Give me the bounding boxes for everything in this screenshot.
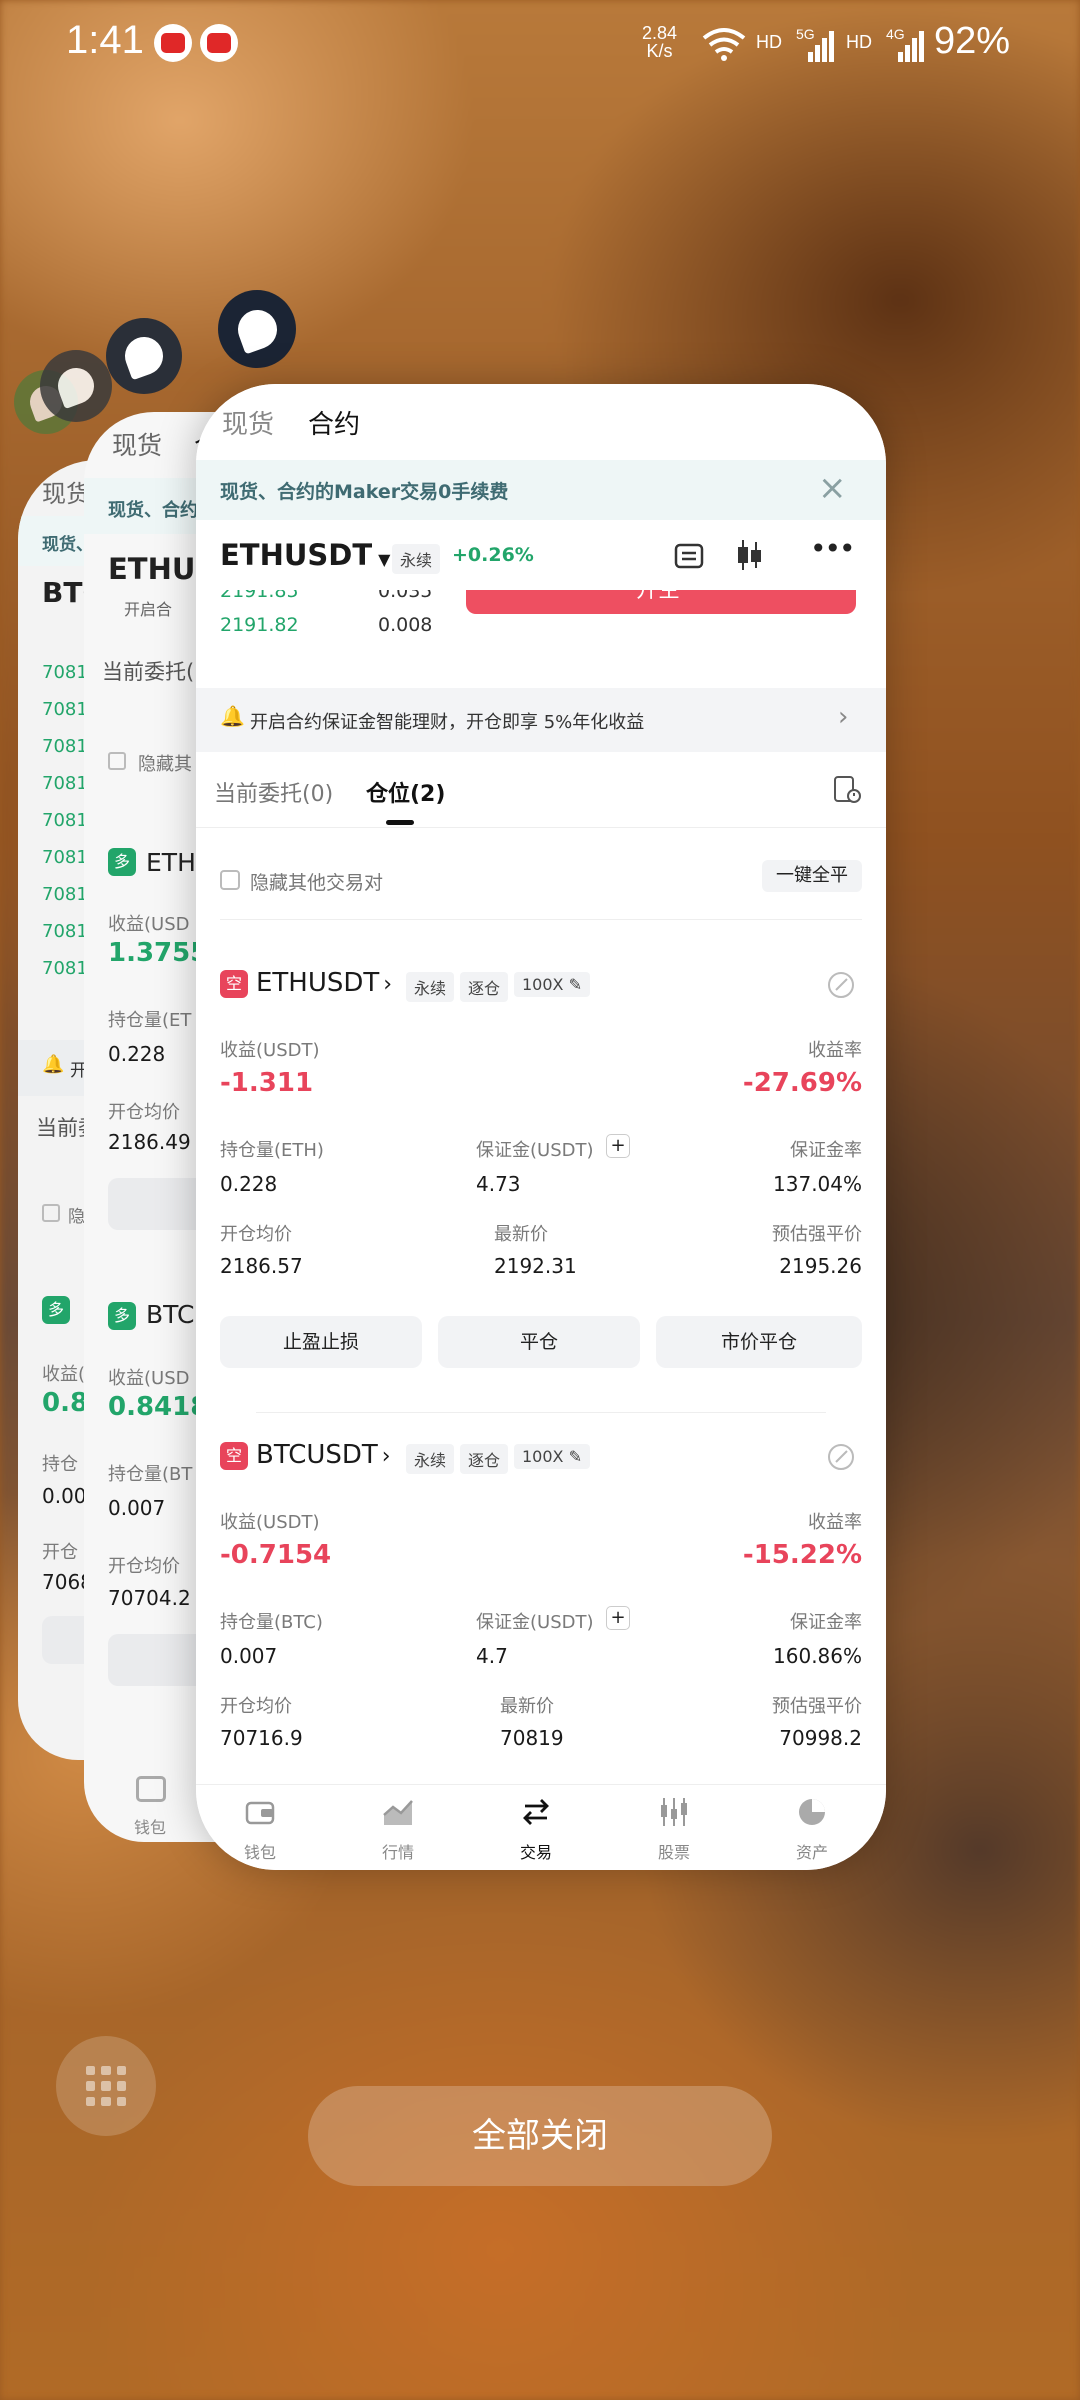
pair-header: ETHUSDT ▼ 永续 +0.26% ••• [196, 520, 886, 590]
chevron-right-icon: › [838, 702, 849, 732]
edit-icon: ✎ [568, 975, 582, 994]
open-short-button[interactable]: 开空 [466, 590, 856, 614]
tab-contract[interactable]: 合约 [308, 404, 360, 441]
position-filter: 隐藏其他交易对 一键全平 [220, 860, 862, 920]
close-icon[interactable]: × [818, 468, 847, 508]
nav-assets[interactable]: 资产 [772, 1795, 852, 1863]
app-icon[interactable] [106, 318, 182, 394]
order-icon[interactable] [674, 542, 704, 570]
perpetual-chip: 永续 [392, 544, 441, 574]
chevron-right-icon: › [381, 1444, 391, 1469]
close-all-button[interactable]: 全部关闭 [308, 2086, 772, 2186]
tab-spot[interactable]: 现货 [222, 404, 274, 441]
market-close-button[interactable]: 市价平仓 [656, 1316, 862, 1368]
add-margin-button[interactable]: + [606, 1606, 630, 1630]
grid-icon [86, 2066, 126, 2106]
position-card: 空 BTCUSDT › 永续 逐仓 100X ✎ 收益(USDT) 收益率 -0.… [220, 1440, 862, 1750]
tab-current-orders[interactable]: 当前委托(0) [214, 776, 333, 808]
bell-icon: 🔔 [220, 704, 245, 728]
battery-level: 92% [934, 20, 1011, 62]
edit-icon: ✎ [568, 1447, 582, 1466]
share-icon[interactable] [826, 1442, 856, 1472]
close-position-button[interactable]: 平仓 [438, 1316, 640, 1368]
market-chart-icon [383, 1800, 413, 1825]
swap-arrows-icon [523, 1799, 549, 1825]
app-notification-icon [200, 24, 238, 62]
signal-icon [898, 31, 924, 62]
candlestick-chart-icon[interactable] [734, 538, 764, 572]
unrealized-pnl: -1.311 [220, 1068, 314, 1098]
position-pair[interactable]: ETHUSDT › [256, 968, 392, 998]
pnl-rate: -27.69% [742, 1068, 862, 1098]
divider [256, 1412, 826, 1413]
hide-other-checkbox[interactable] [220, 870, 240, 890]
position-tabs: 当前委托(0) 仓位(2) [196, 754, 886, 828]
tpsl-button[interactable]: 止盈止损 [220, 1316, 422, 1368]
history-icon[interactable] [832, 774, 862, 806]
wifi-icon [702, 28, 746, 61]
position-actions: 止盈止损 平仓 市价平仓 [220, 1316, 862, 1368]
hide-other-checkbox[interactable] [108, 752, 126, 770]
notice-banner[interactable]: 🔔 开启合约保证金智能理财，开仓即享 5%年化收益 › [196, 688, 886, 752]
hide-other-checkbox[interactable] [42, 1204, 60, 1222]
recent-app-card-active[interactable]: 现货 合约 现货、合约的Maker交易0手续费 × ETHUSDT ▼ 永续 +0… [196, 384, 886, 1870]
position-pair[interactable]: BTCUSDT › [256, 1440, 391, 1470]
nav-wallet[interactable]: 钱包 [220, 1795, 300, 1863]
bell-icon: 🔔 [42, 1054, 65, 1075]
bottom-nav: 钱包 行情 交易 股票 资产 [196, 1784, 886, 1870]
price-change: +0.26% [452, 544, 534, 566]
long-badge: 多 [42, 1296, 70, 1324]
pie-chart-icon [799, 1799, 825, 1825]
network-speed: 2.84 K/s [642, 23, 678, 61]
wallet-icon [245, 1801, 275, 1825]
app-icon[interactable] [40, 350, 112, 422]
market-type-tabs: 现货 合约 [196, 384, 886, 460]
clock: 1:41 [66, 18, 144, 62]
share-icon[interactable] [826, 970, 856, 1000]
more-icon[interactable]: ••• [810, 532, 856, 565]
chevron-right-icon: › [383, 972, 393, 997]
wallet-icon [136, 1776, 166, 1802]
nav-trade[interactable]: 交易 [496, 1795, 576, 1863]
nav-wallet[interactable]: 钱包 [134, 1814, 166, 1838]
app-notification-icon [154, 24, 192, 62]
app-grid-button[interactable] [56, 2036, 156, 2136]
pair-selector[interactable]: ETHUSDT ▼ [220, 538, 390, 572]
short-badge: 空 [220, 970, 248, 998]
close-all-positions-button[interactable]: 一键全平 [762, 860, 862, 892]
pnl-rate: -15.22% [742, 1540, 862, 1570]
add-margin-button[interactable]: + [606, 1134, 630, 1158]
unrealized-pnl: -0.7154 [220, 1540, 332, 1570]
short-badge: 空 [220, 1442, 248, 1470]
orderbook: 2191.85 0.035 2191.82 0.008 开空 [196, 590, 886, 682]
nav-stocks[interactable]: 股票 [634, 1795, 714, 1863]
nav-market[interactable]: 行情 [358, 1795, 438, 1863]
app-icon[interactable] [218, 290, 296, 368]
signal-icon [808, 31, 834, 62]
promo-banner[interactable]: 现货、合约的Maker交易0手续费 × [196, 460, 886, 520]
position-card: 空 ETHUSDT › 永续 逐仓 100X ✎ 收益(USDT) 收益率 -1.… [220, 968, 862, 1278]
status-bar: 1:41 2.84 K/s HD 5G HD 4G 92% [66, 18, 1011, 62]
leverage-chip[interactable]: 100X ✎ [514, 972, 590, 997]
stocks-icon [661, 1798, 687, 1826]
long-badge: 多 [108, 1302, 136, 1330]
leverage-chip[interactable]: 100X ✎ [514, 1444, 590, 1469]
caret-down-icon: ▼ [378, 550, 391, 569]
long-badge: 多 [108, 848, 136, 876]
tab-indicator [386, 820, 414, 825]
tab-positions[interactable]: 仓位(2) [366, 776, 445, 808]
